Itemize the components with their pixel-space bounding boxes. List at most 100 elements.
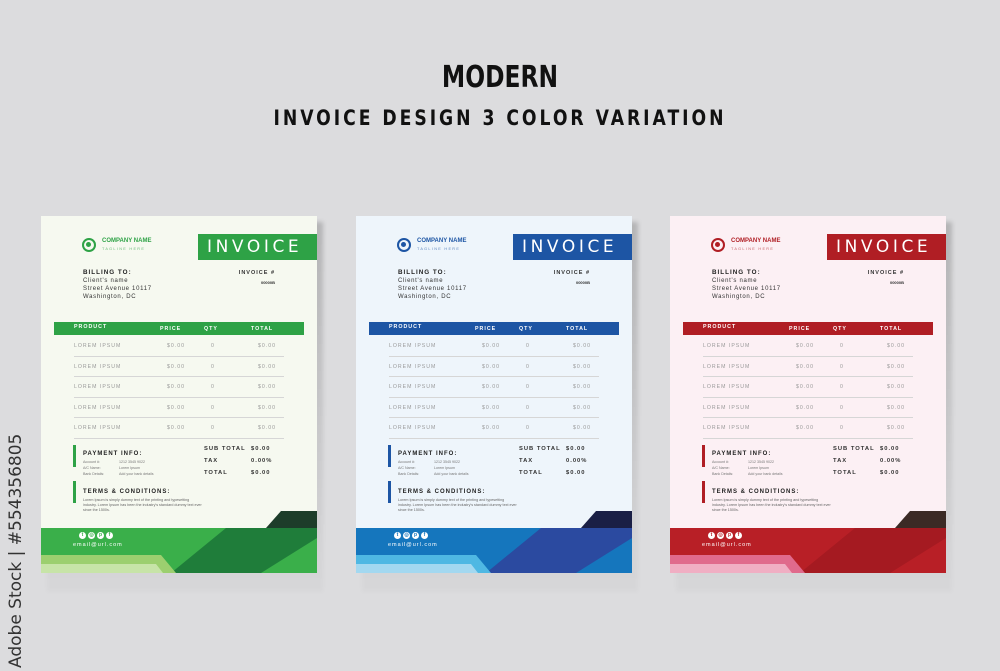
value-text: 1212 3545 9022 xyxy=(748,460,774,464)
terms-accent-bar xyxy=(73,481,76,503)
social-icons: t ◎ p f xyxy=(394,532,428,539)
footer-email[interactable]: email@url.com xyxy=(388,542,438,548)
twitter-icon[interactable]: t xyxy=(79,532,86,539)
cell-total: $0.00 xyxy=(887,425,905,431)
table-row: LOREM IPSUM $0.00 0 $0.00 xyxy=(703,377,913,398)
footer-stripe-light xyxy=(41,564,163,573)
table-row: LOREM IPSUM $0.00 0 $0.00 xyxy=(389,418,599,439)
col-product: PRODUCT xyxy=(74,324,108,330)
value-text: 0.00% xyxy=(566,458,588,464)
table-row: LOREM IPSUM $0.00 0 $0.00 xyxy=(389,398,599,418)
cell-total: $0.00 xyxy=(573,384,591,390)
payment-item: A/C Name: Lorem Ipsum xyxy=(83,466,140,472)
tax-row: TAX 0.00% xyxy=(833,458,903,470)
payment-item: Bank Details: Add your bank details xyxy=(712,472,783,478)
payment-key: A/C Name: xyxy=(712,466,730,470)
facebook-icon[interactable]: f xyxy=(421,532,428,539)
pinterest-icon[interactable]: p xyxy=(726,532,733,539)
cell-product: LOREM IPSUM xyxy=(389,384,437,390)
cell-qty: 0 xyxy=(526,425,530,431)
footer-corner-shape xyxy=(266,511,317,528)
payment-key: Account #: xyxy=(398,460,415,464)
instagram-icon[interactable]: ◎ xyxy=(403,532,410,539)
value-text: $0.00 xyxy=(880,446,900,452)
col-product: PRODUCT xyxy=(703,324,737,330)
cell-product: LOREM IPSUM xyxy=(703,404,751,411)
col-price: PRICE xyxy=(475,326,497,332)
value-text: Lorem Ipsum xyxy=(119,466,140,470)
cell-total: $0.00 xyxy=(258,425,276,431)
cell-total: $0.00 xyxy=(887,384,905,390)
headline-subtitle: INVOICE DESIGN 3 COLOR VARIATION xyxy=(273,106,727,130)
cell-product: LOREM IPSUM xyxy=(74,363,122,370)
footer-email[interactable]: email@url.com xyxy=(73,542,123,548)
invoice-number-value: 00000B xyxy=(889,280,904,285)
value-text: 1212 3545 9022 xyxy=(119,460,145,464)
company-logo: COMPANY NAME TAGLINE HERE xyxy=(82,237,151,253)
payment-item: Account #: 1212 3545 9022 xyxy=(83,460,145,466)
social-icons: t ◎ p f xyxy=(708,532,742,539)
value-text: $0.00 xyxy=(251,446,271,452)
billing-client: Client's name xyxy=(398,278,444,284)
cell-product: LOREM IPSUM xyxy=(74,343,122,349)
label-text: TOTAL xyxy=(833,470,857,476)
twitter-icon[interactable]: t xyxy=(708,532,715,539)
subtotal-row: SUB TOTAL $0.00 xyxy=(833,446,903,458)
label-text: SUB TOTAL xyxy=(519,446,561,452)
payment-item: Account #: 1212 3545 9022 xyxy=(712,460,774,466)
value-text: $0.00 xyxy=(566,470,586,476)
billing-label: BILLING TO: xyxy=(712,269,761,276)
cell-total: $0.00 xyxy=(573,363,591,370)
cell-total: $0.00 xyxy=(258,404,276,411)
table-row: LOREM IPSUM $0.00 0 $0.00 xyxy=(74,357,284,377)
payment-title: PAYMENT INFO: xyxy=(83,451,143,457)
value-text: $0.00 xyxy=(880,470,900,476)
footer-corner-shape xyxy=(895,511,946,528)
instagram-icon[interactable]: ◎ xyxy=(717,532,724,539)
cell-qty: 0 xyxy=(840,404,844,411)
facebook-icon[interactable]: f xyxy=(735,532,742,539)
headline-title: MODERN xyxy=(441,60,559,95)
totals-block: SUB TOTAL $0.00 TAX 0.00% TOTAL $0.00 xyxy=(833,446,903,482)
cell-qty: 0 xyxy=(840,363,844,370)
table-row: LOREM IPSUM $0.00 0 $0.00 xyxy=(74,398,284,418)
cell-product: LOREM IPSUM xyxy=(389,363,437,370)
cell-total: $0.00 xyxy=(887,343,905,349)
pinterest-icon[interactable]: p xyxy=(412,532,419,539)
billing-street: Street Avenue 10117 xyxy=(83,286,152,292)
cell-product: LOREM IPSUM xyxy=(74,404,122,411)
invoice-number-label: INVOICE # xyxy=(553,270,590,276)
value-text: Lorem Ipsum xyxy=(434,466,455,470)
table-row: LOREM IPSUM $0.00 0 $0.00 xyxy=(74,336,284,357)
subtotal-row: SUB TOTAL $0.00 xyxy=(519,446,589,458)
facebook-icon[interactable]: f xyxy=(106,532,113,539)
cell-total: $0.00 xyxy=(258,363,276,370)
cell-qty: 0 xyxy=(526,404,530,411)
cell-price: $0.00 xyxy=(167,343,185,349)
cell-price: $0.00 xyxy=(482,343,500,349)
footer-email[interactable]: email@url.com xyxy=(702,542,752,548)
value-text: 1212 3545 9022 xyxy=(434,460,460,464)
cell-price: $0.00 xyxy=(482,384,500,390)
cell-product: LOREM IPSUM xyxy=(703,425,751,431)
cell-qty: 0 xyxy=(211,425,215,431)
cell-total: $0.00 xyxy=(258,384,276,390)
cell-product: LOREM IPSUM xyxy=(389,425,437,431)
cell-qty: 0 xyxy=(526,343,530,349)
twitter-icon[interactable]: t xyxy=(394,532,401,539)
billing-city: Washington, DC xyxy=(83,294,137,300)
cell-total: $0.00 xyxy=(573,425,591,431)
table-body: LOREM IPSUM $0.00 0 $0.00 LOREM IPSUM $0.00 0 $… xyxy=(74,336,284,439)
billing-street: Street Avenue 10117 xyxy=(712,286,781,292)
totals-block: SUB TOTAL $0.00 TAX 0.00% TOTAL $0.00 xyxy=(204,446,274,482)
invoice-number-label: INVOICE # xyxy=(238,270,275,276)
company-tagline: TAGLINE HERE xyxy=(417,247,461,251)
pinterest-icon[interactable]: p xyxy=(97,532,104,539)
table-row: LOREM IPSUM $0.00 0 $0.00 xyxy=(389,357,599,377)
label-text: TAX xyxy=(833,458,848,464)
cell-total: $0.00 xyxy=(573,343,591,349)
instagram-icon[interactable]: ◎ xyxy=(88,532,95,539)
cell-qty: 0 xyxy=(840,343,844,349)
cell-price: $0.00 xyxy=(482,404,500,411)
label-text: TOTAL xyxy=(519,470,543,476)
